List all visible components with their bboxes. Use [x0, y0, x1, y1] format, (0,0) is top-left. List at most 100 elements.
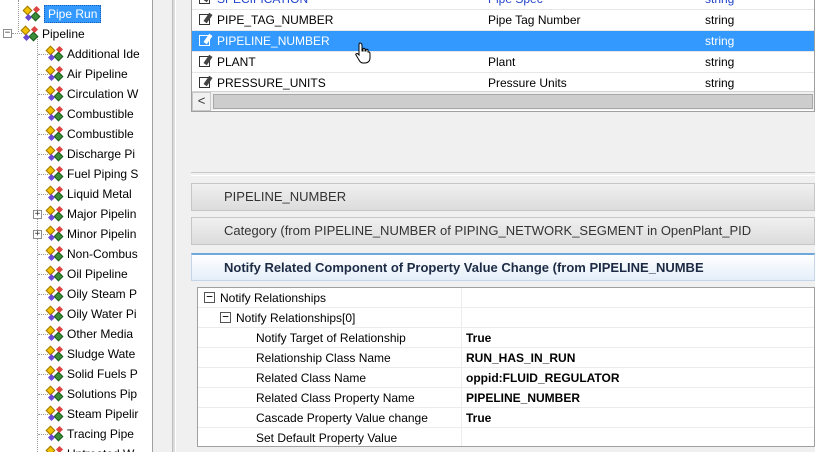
property-name: PLANT [217, 55, 256, 69]
tree-item[interactable]: Circulation W [45, 84, 138, 104]
property-row[interactable]: PIPELINE_NUMBER string [192, 31, 814, 52]
hand-cursor-icon [355, 42, 371, 64]
property-value[interactable]: RUN_HAS_IN_RUN [466, 351, 575, 365]
property-value[interactable]: True [466, 411, 491, 425]
tree-item[interactable]: Combustible [45, 124, 134, 144]
property-name: Related Class Name [256, 371, 367, 385]
collapse-icon[interactable]: − [220, 311, 231, 323]
tree-item[interactable]: Other Media [45, 324, 133, 344]
column-separator [461, 328, 462, 348]
property-row[interactable]: Set Default Property Value [198, 428, 814, 446]
property-name: PIPE_TAG_NUMBER [217, 13, 334, 27]
class-icon [45, 45, 67, 62]
expand-icon[interactable]: + [33, 230, 42, 239]
property-row[interactable]: Relationship Class Name RUN_HAS_IN_RUN [198, 348, 814, 368]
category-header[interactable]: Category (from PIPELINE_NUMBER of PIPING… [191, 217, 815, 245]
property-name: SPECIFICATION [217, 0, 308, 6]
tree-item-label: Liquid Metal [67, 187, 132, 201]
property-list[interactable]: SPECIFICATIONPipe SpecstringPIPE_TAG_NUM… [191, 0, 815, 112]
column-separator [461, 388, 462, 408]
property-name: Related Class Property Name [256, 391, 415, 405]
splitter[interactable] [153, 0, 183, 452]
property-type: string [705, 0, 734, 6]
app-window: Pipe Run − Pipeline Additional Ide Air Pi… [0, 0, 815, 452]
property-row[interactable]: PLANT Plant string [192, 52, 814, 73]
tree-item-label: Major Pipelin [67, 207, 137, 221]
tree-item[interactable]: Oily Water Pi [45, 304, 137, 324]
tree-item[interactable]: Oil Pipeline [45, 264, 128, 284]
horizontal-scrollbar[interactable]: < [192, 91, 814, 111]
property-edit-icon [199, 75, 214, 89]
collapse-icon[interactable]: − [3, 29, 12, 38]
class-icon [45, 305, 67, 322]
tree-item[interactable]: Oily Steam P [45, 284, 137, 304]
tree-item-label: Sludge Wate [67, 347, 136, 361]
tree-item[interactable]: Untreated W [45, 444, 134, 452]
tree-item[interactable]: Non-Combus [45, 244, 138, 264]
property-row[interactable]: Related Class Property Name PIPELINE_NUMB… [198, 388, 814, 408]
property-value[interactable]: oppid:FLUID_REGULATOR [466, 371, 620, 385]
collapse-icon[interactable]: − [204, 291, 215, 303]
tree-item[interactable]: Major Pipelin [45, 204, 136, 224]
property-name: Relationship Class Name [256, 351, 391, 365]
group-row-notify-relationships-0[interactable]: − Notify Relationships[0] [198, 308, 814, 328]
tree-item[interactable]: Fuel Piping S [45, 164, 138, 184]
class-icon [45, 385, 67, 402]
group-label: Notify Relationships [220, 291, 327, 305]
tree-item-label: Steam Pipelir [67, 407, 139, 421]
tree-item[interactable]: Air Pipeline [45, 64, 128, 84]
tree-item[interactable]: Solutions Pip [45, 384, 137, 404]
tree-item-label: Non-Combus [67, 247, 138, 261]
scroll-left-icon[interactable]: < [192, 92, 211, 111]
tree-item-label: Additional Ide [67, 47, 140, 61]
tree-item[interactable]: Minor Pipelin [45, 224, 136, 244]
class-icon [45, 165, 67, 182]
tree-item-label: Solutions Pip [67, 387, 138, 401]
property-row[interactable]: Notify Target of Relationship True [198, 328, 814, 348]
subgroup-label: Notify Relationships[0] [236, 311, 356, 325]
tree-item[interactable]: Steam Pipelir [45, 404, 138, 424]
tree-item-label: Air Pipeline [67, 67, 128, 81]
tree-item-pipe-run[interactable]: Pipe Run [22, 4, 102, 24]
expand-icon[interactable]: + [33, 210, 42, 219]
property-row[interactable]: Related Class Name oppid:FLUID_REGULATOR [198, 368, 814, 388]
tree-item[interactable]: Solid Fuels P [45, 364, 138, 384]
class-icon [45, 145, 67, 162]
tree-item[interactable]: Additional Ide [45, 44, 140, 64]
property-header[interactable]: PIPELINE_NUMBER [191, 183, 815, 211]
tree-item-pipeline[interactable]: Pipeline [20, 24, 85, 44]
class-icon [45, 85, 67, 102]
column-separator [461, 368, 462, 388]
property-row[interactable]: PIPE_TAG_NUMBER Pipe Tag Number string [192, 10, 814, 31]
tree-item[interactable]: Sludge Wate [45, 344, 135, 364]
tree-item[interactable]: Liquid Metal [45, 184, 132, 204]
property-name: PRESSURE_UNITS [217, 76, 326, 90]
property-row[interactable]: Cascade Property Value change True [198, 408, 814, 428]
notify-header[interactable]: Notify Related Component of Property Val… [191, 253, 815, 281]
group-row-notify-relationships[interactable]: − Notify Relationships [198, 288, 814, 308]
property-value[interactable]: PIPELINE_NUMBER [466, 391, 580, 405]
property-edit-icon [199, 54, 214, 68]
notify-property-grid[interactable]: − Notify Relationships − Notify Relation… [197, 287, 815, 447]
class-tree[interactable]: Pipe Run − Pipeline Additional Ide Air Pi… [0, 0, 153, 452]
property-value[interactable]: True [466, 331, 491, 345]
splitter-bar[interactable] [172, 0, 176, 452]
property-type: string [705, 34, 735, 48]
tree-item-label: Discharge Pi [67, 147, 136, 161]
class-icon [45, 185, 67, 202]
property-name: Notify Target of Relationship [256, 331, 406, 345]
class-icon [45, 225, 67, 242]
tree-item-label: Pipe Run [44, 5, 102, 23]
scrollbar-thumb[interactable] [213, 94, 813, 109]
tree-item[interactable]: Discharge Pi [45, 144, 135, 164]
tree-item[interactable]: Combustible [45, 104, 134, 124]
panel-divider[interactable] [191, 172, 815, 176]
tree-item[interactable]: Tracing Pipe [45, 424, 134, 444]
tree-item-label: Untreated W [67, 447, 134, 452]
property-row[interactable]: SPECIFICATION Pipe Spec string [192, 0, 814, 10]
class-icon [45, 125, 67, 142]
class-icon [45, 325, 67, 342]
tree-item-label: Oil Pipeline [67, 267, 128, 281]
property-edit-icon [199, 0, 214, 5]
class-icon [45, 205, 67, 222]
